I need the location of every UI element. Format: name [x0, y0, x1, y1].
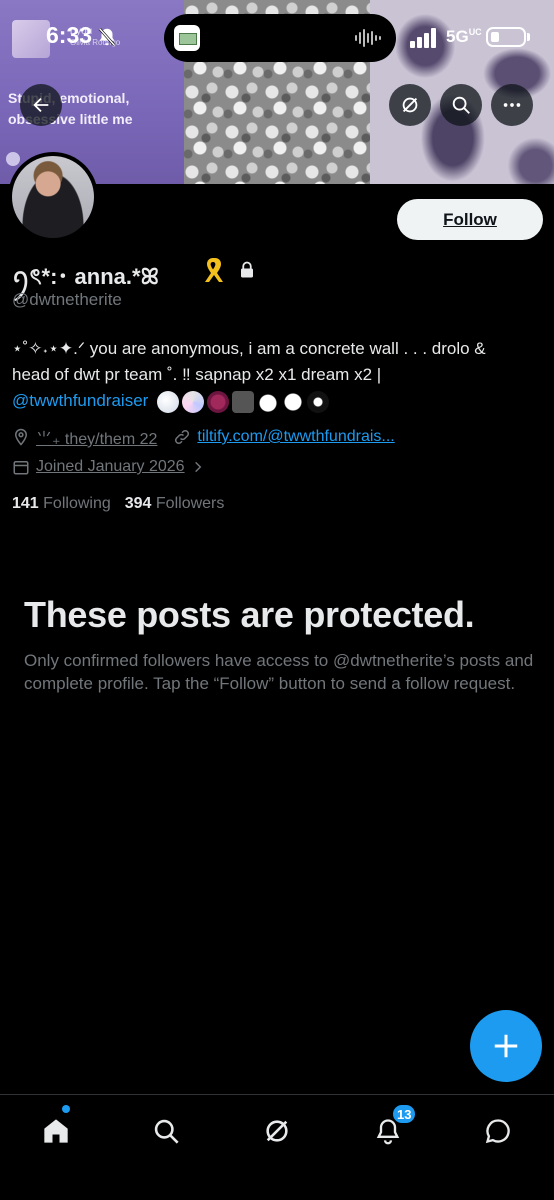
chat-bubble-icon [485, 1119, 510, 1144]
grapes-emoji-icon [207, 390, 230, 413]
lock-icon [241, 261, 253, 278]
search-button[interactable] [440, 84, 482, 126]
home-icon [44, 1119, 68, 1143]
protected-message: Only confirmed followers have access to … [24, 651, 534, 693]
link-icon [175, 429, 190, 445]
profile-bio: ⋆˚✧˖⋆✦.ᐟ you are anonymous, i am a concr… [12, 336, 542, 414]
audio-wave-icon [355, 29, 381, 47]
album-art [12, 20, 50, 58]
compose-button[interactable] [470, 1010, 542, 1082]
arrow-left-icon [33, 97, 49, 113]
more-dots-icon [503, 103, 521, 107]
calendar-icon [13, 461, 29, 475]
back-button[interactable] [20, 84, 62, 126]
follow-counts: 141 Following 394 Followers [12, 495, 224, 513]
followers-count[interactable]: 394 Followers [125, 495, 225, 513]
money-app-icon [174, 25, 200, 51]
rabbit-emoji-icon [257, 390, 280, 413]
camera-emoji-icon [232, 390, 255, 413]
protected-title: These posts are protected. [24, 594, 475, 635]
grok-button[interactable] [389, 84, 431, 126]
search-icon [452, 96, 470, 114]
location-text: ⺌₊ they/them 22 [36, 431, 158, 448]
bottom-tab-bar [0, 1094, 554, 1200]
joined-text: Joined January 2026 [36, 458, 185, 475]
dynamic-island[interactable] [164, 14, 396, 62]
follow-button[interactable]: Follow [397, 199, 543, 240]
home-unread-dot [62, 1105, 70, 1113]
bell-slash-icon [98, 27, 116, 47]
wing-emoji-icon [157, 390, 180, 413]
avatar-image [12, 156, 94, 238]
avatar[interactable] [8, 152, 98, 242]
bio-line: ⋆˚✧˖⋆✦.ᐟ you are anonymous, i am a concr… [12, 339, 486, 358]
location-pin-icon [14, 428, 28, 446]
tooth-emoji-icon [282, 390, 305, 413]
following-count[interactable]: 141 Following [12, 495, 111, 513]
status-time: 6:33 [46, 22, 93, 48]
grok-icon [266, 1120, 288, 1142]
chevron-right-icon [194, 461, 201, 473]
bio-mention-link[interactable]: @twwthfundraiser [12, 391, 148, 410]
yellow-ribbon-icon [205, 258, 223, 282]
website-link[interactable]: tiltify.com/@twwthfundrais... [197, 428, 394, 446]
signal-bars-icon [410, 28, 436, 48]
tab-grok[interactable] [257, 1111, 297, 1151]
tab-messages[interactable] [478, 1111, 518, 1151]
bio-emojis [157, 390, 330, 413]
battery-nub [527, 33, 530, 41]
tab-home[interactable] [36, 1111, 76, 1151]
more-button[interactable] [491, 84, 533, 126]
tab-search[interactable] [146, 1111, 186, 1151]
joined-date[interactable]: Joined January 2026 [12, 458, 211, 476]
bio-line: @twwthfundraiser [12, 388, 542, 414]
disc-emoji-icon [182, 390, 205, 413]
profile-meta-row: ⺌₊ they/them 22 tiltify.com/@twwthfundra… [12, 425, 395, 449]
search-icon [154, 1119, 179, 1144]
eight-ball-emoji-icon [307, 390, 330, 413]
battery-icon [486, 27, 526, 47]
notifications-badge: 13 [391, 1103, 418, 1125]
plus-icon [494, 1034, 518, 1058]
profile-handle: @dwtnetherite [12, 290, 122, 309]
spotify-icon [6, 152, 20, 166]
grok-icon [402, 97, 418, 113]
bio-line: head of dwt pr team ˚. ‼ sapnap x2 x1 dr… [12, 365, 382, 384]
network-label: 5GUC [446, 27, 482, 46]
